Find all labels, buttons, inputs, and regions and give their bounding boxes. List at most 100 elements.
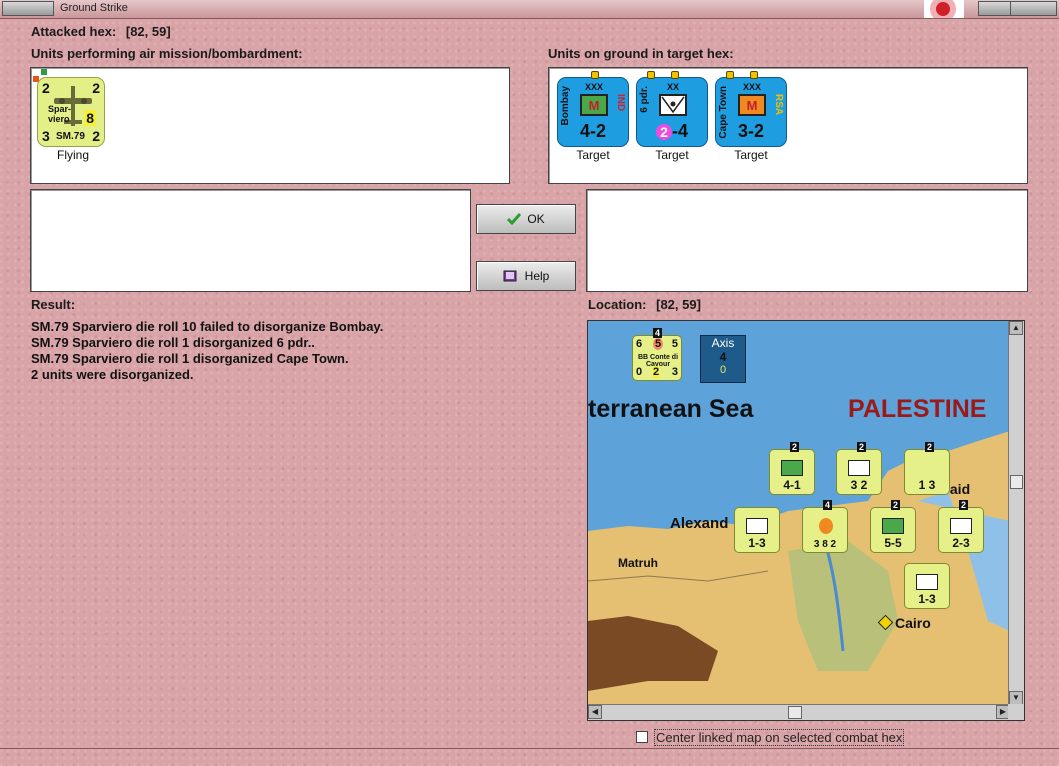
counter-strength-move: -4 bbox=[671, 121, 688, 141]
map-horizontal-scrollbar[interactable]: ◀ ▶ bbox=[588, 704, 1010, 720]
title-bar: Ground Strike bbox=[0, 0, 1059, 19]
unit-counter: 6 pdr. XX 2 -4 bbox=[636, 71, 708, 147]
counter-strength: 5-5 bbox=[884, 536, 902, 550]
counter-name-top: Spar- bbox=[48, 104, 72, 114]
cairo-town: Cairo bbox=[877, 614, 931, 631]
stack-count: 2 bbox=[925, 442, 934, 452]
stack-count: 2 bbox=[891, 500, 900, 510]
ground-unit-status: Target bbox=[655, 148, 689, 162]
air-units-panel: 2 2 Spar- viero 8 3 SM.79 2 Flying bbox=[30, 67, 510, 184]
counter-strength: 3 2 bbox=[850, 478, 868, 492]
town-label: Alexand bbox=[670, 515, 729, 532]
scroll-down-icon[interactable]: ▼ bbox=[1009, 691, 1023, 705]
ship-tl: 6 bbox=[636, 338, 643, 350]
map-unit-counter[interactable]: 4 3 8 2 bbox=[802, 500, 848, 553]
unit-symbol-icon bbox=[746, 518, 768, 534]
unit-counter: Cape Town XXX M RSA 3-2 bbox=[715, 71, 787, 147]
ok-button[interactable]: OK bbox=[476, 204, 576, 234]
scroll-left-icon[interactable]: ◀ bbox=[588, 705, 602, 719]
unit-symbol-icon bbox=[950, 518, 972, 534]
town-label: Cairo bbox=[895, 615, 931, 631]
counter-side: RSA bbox=[773, 94, 784, 116]
horizontal-scroll-thumb[interactable] bbox=[788, 706, 802, 719]
center-map-checkbox[interactable] bbox=[636, 731, 648, 743]
counter-type: SM.79 bbox=[56, 131, 85, 142]
map-unit-counter[interactable]: 2 2-3 bbox=[938, 500, 984, 553]
window-title: Ground Strike bbox=[60, 2, 128, 14]
counter-name: 6 pdr. bbox=[639, 86, 650, 113]
counter-strength: 4-1 bbox=[783, 478, 801, 492]
counter-strength: 3-2 bbox=[737, 121, 764, 141]
status-strip bbox=[0, 748, 1059, 766]
map-unit-counter[interactable]: 2 1 3 bbox=[904, 442, 950, 495]
counter-bottom-left: 3 bbox=[42, 128, 50, 144]
map-unit-counter[interactable]: 2 5-5 bbox=[870, 500, 916, 553]
counter-name-bottom: viero bbox=[48, 114, 70, 124]
stack-count: 2 bbox=[790, 442, 799, 452]
air-unit-status: Flying bbox=[56, 148, 89, 162]
counter-top-left: 2 bbox=[42, 80, 50, 96]
supply-dot-icon bbox=[726, 71, 734, 79]
help-button-label: Help bbox=[524, 269, 550, 283]
ground-unit-status: Target bbox=[576, 148, 610, 162]
map-unit-counter[interactable]: 1-3 bbox=[904, 563, 950, 609]
counter-strength-row: 2 -4 bbox=[637, 121, 707, 142]
ok-button-label: OK bbox=[527, 212, 545, 226]
ground-unit-cape-town[interactable]: Cape Town XXX M RSA 3-2 Target bbox=[715, 71, 787, 162]
attacked-hex-label: Attacked hex: bbox=[31, 24, 117, 39]
center-map-label[interactable]: Center linked map on selected combat hex bbox=[654, 729, 905, 746]
vertical-scroll-thumb[interactable] bbox=[1010, 475, 1023, 489]
scroll-up-icon[interactable]: ▲ bbox=[1009, 321, 1023, 335]
unit-symbol-icon bbox=[848, 460, 870, 476]
counter-strength: 2-3 bbox=[952, 536, 970, 550]
counter-echelon: XX bbox=[666, 82, 679, 92]
sea-label: terranean Sea bbox=[588, 395, 754, 423]
mini-map[interactable]: Axis 4 0 4 6 5 5 BB Conte di Cavour 0 2 … bbox=[587, 320, 1025, 721]
air-units-label: Units performing air mission/bombardment… bbox=[31, 46, 303, 61]
location-row: Location: [82, 59] bbox=[588, 297, 701, 312]
stack-count: 4 bbox=[653, 328, 662, 338]
ground-unit-bombay[interactable]: Bombay XXX M IND 4-2 Target bbox=[557, 71, 629, 162]
supply-dot-icon bbox=[750, 71, 758, 79]
result-line: SM.79 Sparviero die roll 1 disorganized … bbox=[31, 335, 315, 350]
result-line: SM.79 Sparviero die roll 1 disorganized … bbox=[31, 351, 349, 366]
axis-value: 4 bbox=[719, 350, 727, 364]
city-marker-icon bbox=[877, 614, 894, 631]
counter-strength: 4-2 bbox=[579, 121, 606, 141]
result-line: 2 units were disorganized. bbox=[31, 367, 194, 382]
map-unit-counter[interactable]: 1-3 bbox=[734, 507, 780, 553]
supply-dot-icon bbox=[647, 71, 655, 79]
supply-dot-icon bbox=[671, 71, 679, 79]
stack-count: 2 bbox=[959, 500, 968, 510]
unit-symbol-icon bbox=[882, 518, 904, 534]
counter-side: IND bbox=[615, 94, 626, 112]
town-label: Matruh bbox=[618, 556, 658, 570]
region-label: PALESTINE bbox=[848, 395, 987, 423]
mech-infantry-symbol-icon: M bbox=[738, 94, 766, 116]
result-label: Result: bbox=[31, 297, 76, 312]
symbol-letter: M bbox=[746, 98, 758, 113]
symbol-letter: M bbox=[588, 98, 600, 113]
air-unit-sm79[interactable]: 2 2 Spar- viero 8 3 SM.79 2 Flying bbox=[35, 77, 111, 162]
map-unit-counter[interactable]: 2 3 2 bbox=[836, 442, 882, 495]
result-line: SM.79 Sparviero die roll 10 failed to di… bbox=[31, 319, 384, 334]
map-unit-counter[interactable]: 2 4-1 bbox=[769, 442, 815, 495]
ship-tr: 5 bbox=[671, 338, 678, 350]
location-value: [82, 59] bbox=[656, 297, 701, 312]
ship-bl: 0 bbox=[636, 366, 643, 378]
close-button[interactable] bbox=[1010, 1, 1057, 16]
ground-units-label: Units on ground in target hex: bbox=[548, 46, 734, 61]
ship-counter[interactable]: 4 6 5 5 BB Conte di Cavour 0 2 3 bbox=[632, 328, 682, 381]
map-vertical-scrollbar[interactable]: ▲ ▼ bbox=[1008, 321, 1024, 705]
location-label: Location: bbox=[588, 297, 647, 312]
window-menu-button[interactable] bbox=[2, 1, 54, 16]
ground-unit-6pdr[interactable]: 6 pdr. XX 2 -4 Target bbox=[636, 71, 708, 162]
attacked-hex-row: Attacked hex: [82, 59] bbox=[31, 24, 171, 39]
axis-info-box: Axis 4 0 bbox=[700, 335, 746, 383]
unit-counter: Bombay XXX M IND 4-2 bbox=[557, 71, 629, 147]
unit-counter: 2 2 Spar- viero 8 3 SM.79 2 bbox=[37, 77, 105, 147]
counter-strength: 1-3 bbox=[918, 592, 936, 606]
help-button[interactable]: Help bbox=[476, 261, 576, 291]
stack-count: 4 bbox=[823, 500, 832, 510]
ship-bm: 2 bbox=[653, 366, 660, 378]
